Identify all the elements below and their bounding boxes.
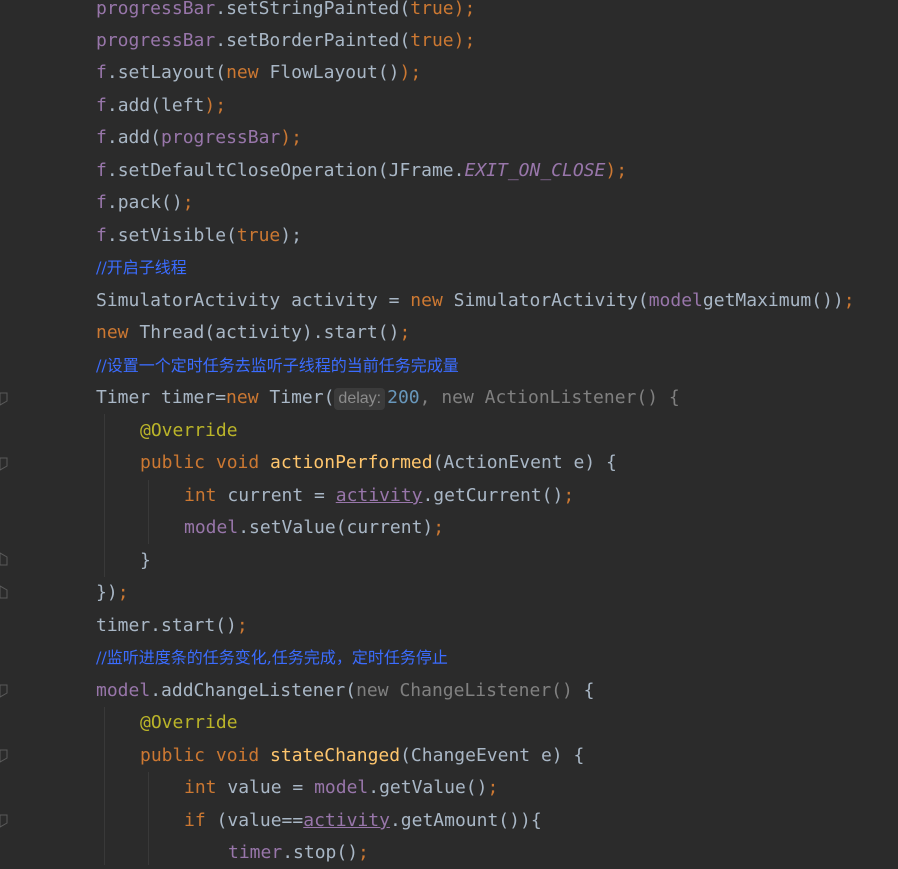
code-line[interactable]: new Thread(activity).start();	[96, 317, 410, 349]
code-line[interactable]: int value = model.getValue();	[184, 772, 498, 804]
code-line[interactable]: f.add(left);	[96, 90, 226, 122]
code-comment[interactable]: //设置一个定时任务去监听子线程的当前任务完成量	[96, 350, 459, 382]
code-line[interactable]: timer.start();	[96, 610, 248, 642]
code-line[interactable]: timer.stop();	[228, 837, 369, 869]
code-line[interactable]: Timer timer=new Timer(delay: 200, new Act…	[96, 382, 680, 414]
code-line[interactable]: int current = activity.getCurrent();	[184, 480, 574, 512]
code-editor[interactable]: progressBar.setStringPainted(true); prog…	[0, 0, 898, 865]
code-line[interactable]: f.setDefaultCloseOperation(JFrame.EXIT_O…	[96, 155, 627, 187]
code-line[interactable]: progressBar.setBorderPainted(true);	[96, 25, 475, 57]
code-line[interactable]: SimulatorActivity activity = new Simulat…	[96, 285, 855, 317]
code-comment[interactable]: //监听进度条的任务变化,任务完成，定时任务停止	[96, 642, 448, 674]
code-line[interactable]: progressBar.setStringPainted(true);	[96, 0, 475, 25]
code-line[interactable]: model.setValue(current);	[184, 512, 444, 544]
code-line[interactable]: f.setLayout(new FlowLayout());	[96, 57, 421, 89]
code-line[interactable]: }	[140, 545, 151, 577]
code-line[interactable]: f.setVisible(true);	[96, 220, 302, 252]
code-line[interactable]: @Override	[140, 415, 238, 447]
code-line[interactable]: @Override	[140, 707, 238, 739]
code-line[interactable]: public void actionPerformed(ActionEvent …	[140, 447, 617, 479]
code-line[interactable]: if (value==activity.getAmount()){	[184, 805, 542, 837]
code-line[interactable]: model.addChangeListener(new ChangeListen…	[96, 675, 595, 707]
parameter-hint: delay:	[334, 388, 386, 410]
code-line[interactable]: f.pack();	[96, 187, 194, 219]
code-line[interactable]: f.add(progressBar);	[96, 122, 302, 154]
code-line[interactable]: public void stateChanged(ChangeEvent e) …	[140, 740, 584, 772]
code-line[interactable]: });	[96, 577, 129, 609]
code-comment[interactable]: //开启子线程	[96, 252, 187, 284]
